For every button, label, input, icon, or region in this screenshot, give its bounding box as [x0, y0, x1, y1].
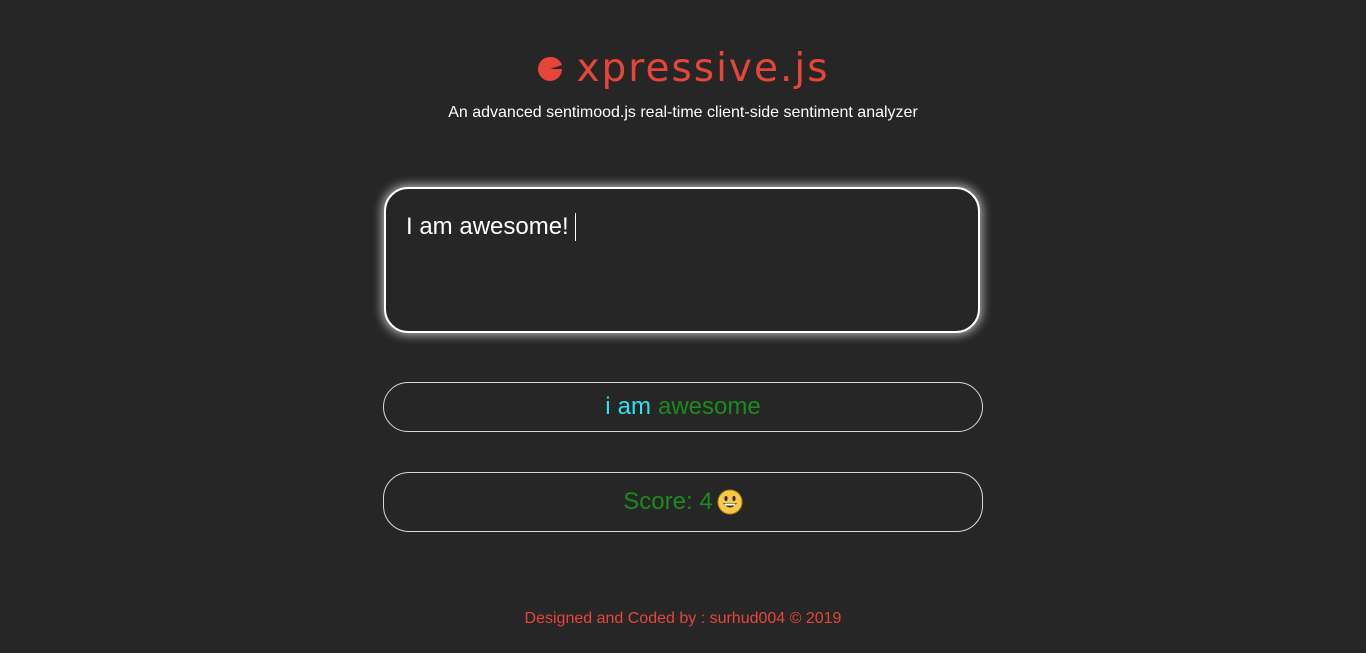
text-caret	[574, 213, 576, 241]
app-subtitle: An advanced sentimood.js real-time clien…	[448, 104, 918, 121]
footer-credit: Designed and Coded by : surhud004 © 2019	[524, 610, 842, 627]
tokenized-words-panel: i am awesome	[383, 382, 983, 432]
token-word: am	[617, 393, 651, 420]
app-title: xpressive.js	[576, 46, 830, 91]
token-word: awesome	[657, 393, 761, 420]
token-word: i	[605, 393, 611, 420]
score-label: Score: 4	[623, 488, 713, 515]
sentiment-text-input[interactable]: I am awesome!	[384, 187, 980, 333]
grinning-face-icon	[717, 489, 743, 515]
header: xpressive.js An advanced sentimood.js re…	[0, 46, 1366, 122]
logo: xpressive.js	[536, 46, 829, 92]
pacman-e-icon	[538, 56, 563, 81]
score-panel: Score: 4	[383, 472, 983, 532]
input-value: I am awesome!	[406, 213, 569, 240]
